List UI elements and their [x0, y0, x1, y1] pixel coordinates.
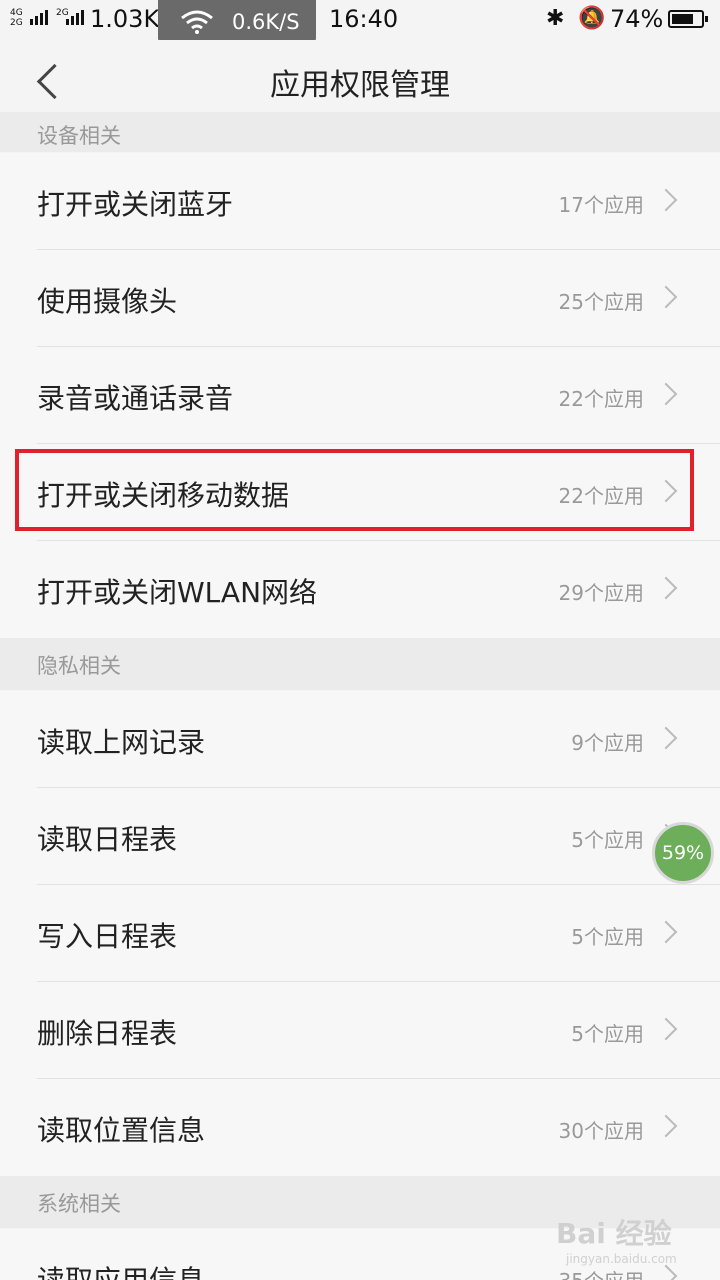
app-count: 30个应用 — [558, 1119, 644, 1143]
permission-row-record[interactable]: 录音或通话录音 22个应用 — [0, 347, 720, 444]
permission-label: 读取上网记录 — [37, 726, 206, 759]
app-count: 17个应用 — [558, 193, 644, 217]
permission-row-delete-calendar[interactable]: 删除日程表 5个应用 — [0, 982, 720, 1079]
wifi-speed: 0.6K/S — [232, 10, 300, 34]
speed-pill: 0.6K/S — [158, 0, 316, 44]
chevron-right-icon — [654, 1017, 678, 1041]
bluetooth-icon: ✱ — [546, 6, 565, 31]
permission-label: 读取位置信息 — [37, 1114, 206, 1147]
device-permission-list: 打开或关闭蓝牙 17个应用 使用摄像头 25个应用 录音或通话录音 22个应用 … — [0, 153, 720, 638]
permission-label: 录音或通话录音 — [37, 382, 234, 415]
app-count: 29个应用 — [558, 581, 644, 605]
clock: 16:40 — [329, 5, 399, 33]
app-count: 22个应用 — [558, 387, 644, 411]
status-bar: 4G 2G 2G 1.03K/s 0.6K/S 16:40 ✱ 🔕 74% — [0, 0, 720, 44]
battery-icon — [668, 10, 708, 28]
permission-row-browse-history[interactable]: 读取上网记录 9个应用 — [0, 691, 720, 788]
chevron-right-icon — [654, 1114, 678, 1138]
permission-row-wlan[interactable]: 打开或关闭WLAN网络 29个应用 — [0, 541, 720, 638]
app-count: 5个应用 — [571, 1022, 644, 1046]
chevron-right-icon — [654, 188, 678, 212]
permission-row-read-calendar[interactable]: 读取日程表 5个应用 — [0, 788, 720, 885]
highlight-box — [15, 449, 694, 531]
chevron-right-icon — [654, 285, 678, 309]
app-count: 9个应用 — [571, 731, 644, 755]
chevron-right-icon — [654, 726, 678, 750]
section-header-privacy: 隐私相关 — [0, 638, 720, 690]
permission-row-location[interactable]: 读取位置信息 30个应用 — [0, 1079, 720, 1176]
network-type: 4G 2G — [10, 8, 23, 28]
battery-percent: 74% — [610, 5, 664, 33]
section-header-device: 设备相关 — [0, 112, 720, 152]
app-count: 25个应用 — [558, 290, 644, 314]
mute-bell-icon: 🔕 — [578, 6, 606, 31]
floating-boost-badge[interactable]: 59% — [652, 822, 714, 884]
chevron-right-icon — [654, 576, 678, 600]
app-count: 35个应用 — [559, 1265, 644, 1280]
signal-icon — [30, 9, 48, 25]
page-title: 应用权限管理 — [270, 68, 450, 103]
baidu-watermark: Bai 经验 jingyan.baidu.com — [556, 1217, 677, 1266]
app-count: 5个应用 — [571, 925, 644, 949]
permission-label: 删除日程表 — [37, 1017, 178, 1050]
app-header: 应用权限管理 — [0, 40, 720, 120]
permission-row-write-calendar[interactable]: 写入日程表 5个应用 — [0, 885, 720, 982]
permission-label: 打开或关闭蓝牙 — [37, 188, 234, 221]
signal-icon-2 — [66, 9, 84, 25]
chevron-right-icon — [654, 1264, 678, 1280]
chevron-right-icon — [654, 920, 678, 944]
privacy-permission-list: 读取上网记录 9个应用 读取日程表 5个应用 写入日程表 5个应用 删除日程表 … — [0, 691, 720, 1176]
permission-label: 写入日程表 — [37, 920, 178, 953]
permission-row-camera[interactable]: 使用摄像头 25个应用 — [0, 250, 720, 347]
permission-label: 读取日程表 — [37, 823, 178, 856]
wifi-icon — [181, 10, 213, 34]
permission-label: 读取应用信息 — [37, 1259, 205, 1280]
chevron-right-icon — [654, 382, 678, 406]
permission-label: 打开或关闭WLAN网络 — [37, 576, 318, 609]
app-count: 5个应用 — [571, 828, 644, 852]
permission-label: 使用摄像头 — [37, 285, 178, 318]
permission-row-bluetooth[interactable]: 打开或关闭蓝牙 17个应用 — [0, 153, 720, 250]
